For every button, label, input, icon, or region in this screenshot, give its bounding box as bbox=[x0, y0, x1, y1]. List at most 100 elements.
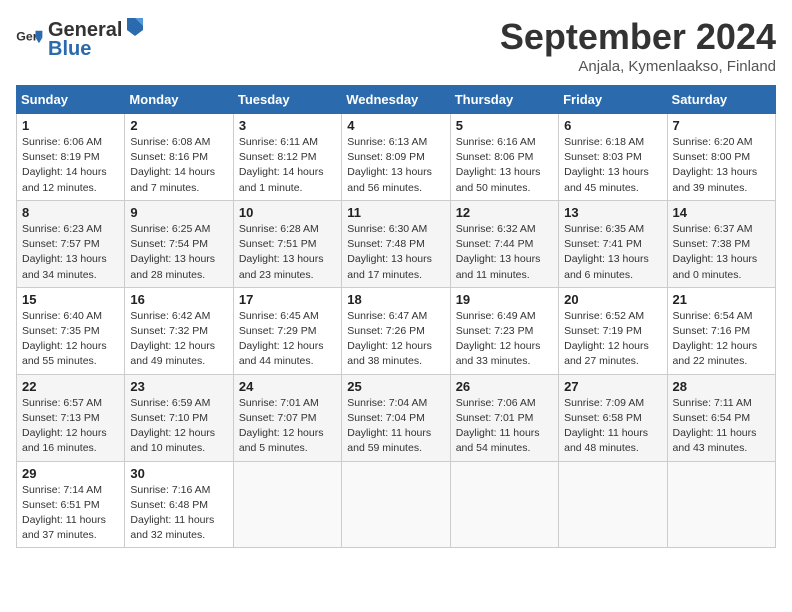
day-info: Sunrise: 7:09 AMSunset: 6:58 PMDaylight:… bbox=[564, 396, 661, 457]
calendar-week-row: 1 Sunrise: 6:06 AMSunset: 8:19 PMDayligh… bbox=[17, 114, 776, 201]
calendar-day-cell: 21 Sunrise: 6:54 AMSunset: 7:16 PMDaylig… bbox=[667, 287, 775, 374]
day-number: 24 bbox=[239, 379, 336, 394]
calendar-day-cell: 4 Sunrise: 6:13 AMSunset: 8:09 PMDayligh… bbox=[342, 114, 450, 201]
weekday-header-saturday: Saturday bbox=[667, 86, 775, 114]
weekday-header-friday: Friday bbox=[559, 86, 667, 114]
day-number: 9 bbox=[130, 205, 227, 220]
day-number: 22 bbox=[22, 379, 119, 394]
day-info: Sunrise: 6:57 AMSunset: 7:13 PMDaylight:… bbox=[22, 396, 119, 457]
day-info: Sunrise: 6:11 AMSunset: 8:12 PMDaylight:… bbox=[239, 135, 336, 196]
calendar-day-cell: 28 Sunrise: 7:11 AMSunset: 6:54 PMDaylig… bbox=[667, 374, 775, 461]
day-info: Sunrise: 6:28 AMSunset: 7:51 PMDaylight:… bbox=[239, 222, 336, 283]
day-number: 4 bbox=[347, 118, 444, 133]
day-number: 14 bbox=[673, 205, 770, 220]
day-number: 8 bbox=[22, 205, 119, 220]
day-info: Sunrise: 7:16 AMSunset: 6:48 PMDaylight:… bbox=[130, 483, 227, 544]
day-info: Sunrise: 7:06 AMSunset: 7:01 PMDaylight:… bbox=[456, 396, 553, 457]
day-number: 23 bbox=[130, 379, 227, 394]
day-number: 1 bbox=[22, 118, 119, 133]
calendar-week-row: 8 Sunrise: 6:23 AMSunset: 7:57 PMDayligh… bbox=[17, 200, 776, 287]
calendar-day-cell: 26 Sunrise: 7:06 AMSunset: 7:01 PMDaylig… bbox=[450, 374, 558, 461]
day-number: 16 bbox=[130, 292, 227, 307]
day-info: Sunrise: 6:59 AMSunset: 7:10 PMDaylight:… bbox=[130, 396, 227, 457]
calendar-day-cell: 8 Sunrise: 6:23 AMSunset: 7:57 PMDayligh… bbox=[17, 200, 125, 287]
day-number: 3 bbox=[239, 118, 336, 133]
calendar-day-cell: 5 Sunrise: 6:16 AMSunset: 8:06 PMDayligh… bbox=[450, 114, 558, 201]
day-info: Sunrise: 7:14 AMSunset: 6:51 PMDaylight:… bbox=[22, 483, 119, 544]
calendar-day-cell: 3 Sunrise: 6:11 AMSunset: 8:12 PMDayligh… bbox=[233, 114, 341, 201]
page-header: Gen General Blue September 2024 Anjala, … bbox=[16, 16, 776, 75]
day-number: 2 bbox=[130, 118, 227, 133]
day-info: Sunrise: 6:08 AMSunset: 8:16 PMDaylight:… bbox=[130, 135, 227, 196]
calendar-day-cell: 16 Sunrise: 6:42 AMSunset: 7:32 PMDaylig… bbox=[125, 287, 233, 374]
logo-icon: Gen bbox=[16, 28, 44, 50]
calendar-table: SundayMondayTuesdayWednesdayThursdayFrid… bbox=[16, 85, 776, 548]
day-number: 10 bbox=[239, 205, 336, 220]
calendar-day-cell: 13 Sunrise: 6:35 AMSunset: 7:41 PMDaylig… bbox=[559, 200, 667, 287]
day-info: Sunrise: 6:23 AMSunset: 7:57 PMDaylight:… bbox=[22, 222, 119, 283]
calendar-day-cell: 19 Sunrise: 6:49 AMSunset: 7:23 PMDaylig… bbox=[450, 287, 558, 374]
day-number: 6 bbox=[564, 118, 661, 133]
calendar-week-row: 15 Sunrise: 6:40 AMSunset: 7:35 PMDaylig… bbox=[17, 287, 776, 374]
day-info: Sunrise: 6:37 AMSunset: 7:38 PMDaylight:… bbox=[673, 222, 770, 283]
day-number: 25 bbox=[347, 379, 444, 394]
day-info: Sunrise: 6:45 AMSunset: 7:29 PMDaylight:… bbox=[239, 309, 336, 370]
day-info: Sunrise: 6:35 AMSunset: 7:41 PMDaylight:… bbox=[564, 222, 661, 283]
logo-text: General Blue bbox=[48, 16, 148, 61]
day-number: 5 bbox=[456, 118, 553, 133]
calendar-day-cell: 25 Sunrise: 7:04 AMSunset: 7:04 PMDaylig… bbox=[342, 374, 450, 461]
empty-cell bbox=[342, 461, 450, 548]
day-number: 19 bbox=[456, 292, 553, 307]
empty-cell bbox=[667, 461, 775, 548]
day-info: Sunrise: 6:25 AMSunset: 7:54 PMDaylight:… bbox=[130, 222, 227, 283]
day-number: 30 bbox=[130, 466, 227, 481]
calendar-day-cell: 1 Sunrise: 6:06 AMSunset: 8:19 PMDayligh… bbox=[17, 114, 125, 201]
calendar-day-cell: 9 Sunrise: 6:25 AMSunset: 7:54 PMDayligh… bbox=[125, 200, 233, 287]
calendar-day-cell: 27 Sunrise: 7:09 AMSunset: 6:58 PMDaylig… bbox=[559, 374, 667, 461]
day-info: Sunrise: 6:16 AMSunset: 8:06 PMDaylight:… bbox=[456, 135, 553, 196]
day-info: Sunrise: 6:40 AMSunset: 7:35 PMDaylight:… bbox=[22, 309, 119, 370]
calendar-day-cell: 20 Sunrise: 6:52 AMSunset: 7:19 PMDaylig… bbox=[559, 287, 667, 374]
empty-cell bbox=[450, 461, 558, 548]
day-info: Sunrise: 7:11 AMSunset: 6:54 PMDaylight:… bbox=[673, 396, 770, 457]
day-info: Sunrise: 6:52 AMSunset: 7:19 PMDaylight:… bbox=[564, 309, 661, 370]
day-number: 28 bbox=[673, 379, 770, 394]
calendar-day-cell: 6 Sunrise: 6:18 AMSunset: 8:03 PMDayligh… bbox=[559, 114, 667, 201]
calendar-day-cell: 11 Sunrise: 6:30 AMSunset: 7:48 PMDaylig… bbox=[342, 200, 450, 287]
calendar-day-cell: 30 Sunrise: 7:16 AMSunset: 6:48 PMDaylig… bbox=[125, 461, 233, 548]
calendar-day-cell: 17 Sunrise: 6:45 AMSunset: 7:29 PMDaylig… bbox=[233, 287, 341, 374]
calendar-week-row: 29 Sunrise: 7:14 AMSunset: 6:51 PMDaylig… bbox=[17, 461, 776, 548]
day-number: 20 bbox=[564, 292, 661, 307]
calendar-day-cell: 7 Sunrise: 6:20 AMSunset: 8:00 PMDayligh… bbox=[667, 114, 775, 201]
day-number: 11 bbox=[347, 205, 444, 220]
weekday-header-monday: Monday bbox=[125, 86, 233, 114]
location: Anjala, Kymenlaakso, Finland bbox=[500, 58, 776, 75]
day-number: 21 bbox=[673, 292, 770, 307]
day-number: 13 bbox=[564, 205, 661, 220]
calendar-day-cell: 2 Sunrise: 6:08 AMSunset: 8:16 PMDayligh… bbox=[125, 114, 233, 201]
day-number: 15 bbox=[22, 292, 119, 307]
day-number: 29 bbox=[22, 466, 119, 481]
day-info: Sunrise: 6:06 AMSunset: 8:19 PMDaylight:… bbox=[22, 135, 119, 196]
month-title: September 2024 bbox=[500, 16, 776, 58]
day-info: Sunrise: 6:13 AMSunset: 8:09 PMDaylight:… bbox=[347, 135, 444, 196]
weekday-header-thursday: Thursday bbox=[450, 86, 558, 114]
day-info: Sunrise: 6:30 AMSunset: 7:48 PMDaylight:… bbox=[347, 222, 444, 283]
logo-triangle-icon bbox=[123, 16, 147, 36]
calendar-day-cell: 15 Sunrise: 6:40 AMSunset: 7:35 PMDaylig… bbox=[17, 287, 125, 374]
day-info: Sunrise: 6:54 AMSunset: 7:16 PMDaylight:… bbox=[673, 309, 770, 370]
calendar-day-cell: 23 Sunrise: 6:59 AMSunset: 7:10 PMDaylig… bbox=[125, 374, 233, 461]
day-info: Sunrise: 6:49 AMSunset: 7:23 PMDaylight:… bbox=[456, 309, 553, 370]
day-number: 27 bbox=[564, 379, 661, 394]
logo: Gen General Blue bbox=[16, 16, 148, 61]
calendar-day-cell: 18 Sunrise: 6:47 AMSunset: 7:26 PMDaylig… bbox=[342, 287, 450, 374]
empty-cell bbox=[559, 461, 667, 548]
day-info: Sunrise: 6:18 AMSunset: 8:03 PMDaylight:… bbox=[564, 135, 661, 196]
day-info: Sunrise: 6:32 AMSunset: 7:44 PMDaylight:… bbox=[456, 222, 553, 283]
day-number: 12 bbox=[456, 205, 553, 220]
weekday-header-row: SundayMondayTuesdayWednesdayThursdayFrid… bbox=[17, 86, 776, 114]
day-number: 7 bbox=[673, 118, 770, 133]
day-info: Sunrise: 7:04 AMSunset: 7:04 PMDaylight:… bbox=[347, 396, 444, 457]
weekday-header-sunday: Sunday bbox=[17, 86, 125, 114]
day-info: Sunrise: 6:47 AMSunset: 7:26 PMDaylight:… bbox=[347, 309, 444, 370]
